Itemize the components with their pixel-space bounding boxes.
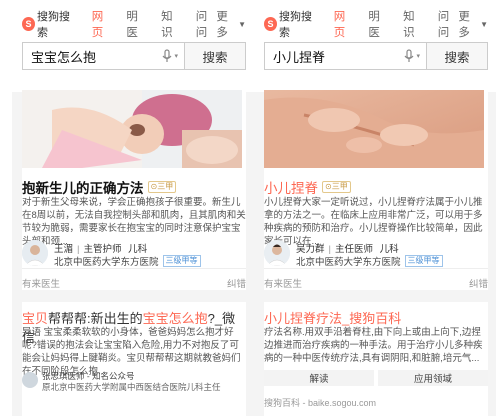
result-photo[interactable] bbox=[264, 90, 488, 168]
top-nav: S 搜狗搜索 网页 明医 知识 问问 更多 ▼ bbox=[264, 11, 488, 46]
doctor-avatar bbox=[22, 240, 48, 266]
divider bbox=[264, 268, 488, 269]
tab-mingyi[interactable]: 明医 bbox=[368, 8, 389, 40]
result-photo[interactable] bbox=[22, 90, 246, 168]
search-input[interactable]: 宝宝怎么抱 ▾ bbox=[22, 42, 184, 70]
verified-badge: ⊙三甲 bbox=[147, 181, 177, 193]
more-label: 更多 bbox=[458, 11, 470, 39]
voice-dropdown-icon[interactable]: ▾ bbox=[174, 52, 178, 60]
hospital-level-tag: 三级甲等 bbox=[162, 255, 201, 267]
search-query: 小儿捏脊 bbox=[273, 49, 326, 65]
report-error-link[interactable]: 纠错 bbox=[469, 276, 488, 290]
search-bar: 小儿捏脊 ▾ 搜索 bbox=[264, 42, 488, 70]
more-menu[interactable]: 更多 ▼ bbox=[216, 8, 246, 40]
header: S 搜狗搜索 网页 明医 知识 问问 更多 ▼ 小儿捏脊 ▾ 搜索 bbox=[254, 0, 496, 92]
right-phone-screen: S 搜狗搜索 网页 明医 知识 问问 更多 ▼ 小儿捏脊 ▾ 搜索 小儿捏脊 ⊙… bbox=[254, 0, 496, 416]
result-card[interactable]: 小儿捏脊 ⊙三甲 小儿捏脊大家一定听说过，小儿捏脊疗法属于小儿推拿的方法之一。在… bbox=[264, 90, 488, 290]
verified-badge: ⊙三甲 bbox=[322, 181, 351, 193]
result-card-2[interactable]: 宝贝帮帮帮:新出生的宝宝怎么抱?_微信 导语 宝宝柔柔软软的小身体，爸爸妈妈怎么… bbox=[22, 302, 246, 416]
search-button[interactable]: 搜索 bbox=[184, 42, 246, 70]
result-footer: 有来医生 纠错 bbox=[22, 276, 246, 290]
search-query: 宝宝怎么抱 bbox=[31, 49, 97, 65]
hospital-level-tag: 三级甲等 bbox=[404, 255, 443, 267]
result2-buttons: 解读 应用领域 bbox=[264, 370, 488, 386]
author-avatar bbox=[22, 372, 38, 388]
chevron-down-icon: ▼ bbox=[480, 19, 488, 29]
doctor-hospital: 北京中医药大学东方医院 bbox=[54, 257, 159, 268]
result-title-text: 抱新生儿的正确方法 bbox=[22, 181, 144, 196]
search-input[interactable]: 小儿捏脊 ▾ bbox=[264, 42, 426, 70]
result-footer: 有来医生 纠错 bbox=[264, 276, 488, 290]
tab-mingyi[interactable]: 明医 bbox=[126, 8, 147, 40]
doctor-hospital: 北京中医药大学东方医院 bbox=[296, 257, 401, 268]
result-title-text: 小儿捏脊 bbox=[264, 181, 318, 196]
sogou-logo-icon: S bbox=[264, 17, 277, 31]
doctor-hospital-line: 北京中医药大学东方医院 三级甲等 bbox=[54, 254, 201, 268]
source-label[interactable]: 有来医生 bbox=[22, 279, 60, 290]
application-field-button[interactable]: 应用领域 bbox=[378, 370, 488, 386]
more-menu[interactable]: 更多 ▼ bbox=[458, 8, 488, 40]
report-error-link[interactable]: 纠错 bbox=[227, 276, 246, 290]
jiedu-button[interactable]: 解读 bbox=[264, 370, 374, 386]
doctor-info[interactable]: 吴力群 | 主任医师 儿科 北京中医药大学东方医院 三级甲等 bbox=[264, 240, 488, 270]
microphone-icon[interactable] bbox=[160, 48, 174, 64]
result2-summary: 疗法名称.用双手沿着脊柱,由下向上或由上向下,边捏边推进而治疗疾病的一种手法。用… bbox=[264, 327, 483, 364]
sogou-logo[interactable]: S 搜狗搜索 bbox=[264, 8, 320, 40]
doctor-name-line: 吴力群 | 主任医师 儿科 bbox=[296, 241, 399, 255]
left-phone-screen: S 搜狗搜索 网页 明医 知识 问问 更多 ▼ 宝宝怎么抱 ▾ 搜索 抱新生儿的… bbox=[12, 0, 254, 416]
doctor-avatar bbox=[264, 240, 290, 266]
title-highlight-query: 宝宝怎么抱 bbox=[142, 311, 208, 326]
result2-title[interactable]: 小儿捏脊疗法_搜狗百科 bbox=[264, 308, 401, 327]
tab-web[interactable]: 网页 bbox=[331, 8, 357, 46]
sogou-logo-icon: S bbox=[22, 17, 35, 31]
doctor-info[interactable]: 王湄 | 主管护师 儿科 北京中医药大学东方医院 三级甲等 bbox=[22, 240, 246, 270]
doctor-hospital-line: 北京中医药大学东方医院 三级甲等 bbox=[296, 254, 443, 268]
tab-zhishi[interactable]: 知识 bbox=[161, 8, 182, 40]
result2-source[interactable]: 搜狗百科 - baike.sogou.com bbox=[264, 396, 376, 409]
search-bar: 宝宝怎么抱 ▾ 搜索 bbox=[22, 42, 246, 70]
sogou-logo[interactable]: S 搜狗搜索 bbox=[22, 8, 78, 40]
tab-wenwen[interactable]: 问问 bbox=[196, 8, 217, 40]
badge-text: 三甲 bbox=[331, 182, 348, 191]
result-card-2[interactable]: 小儿捏脊疗法_搜狗百科 疗法名称.用双手沿着脊柱,由下向上或由上向下,边捏边推进… bbox=[264, 302, 488, 416]
search-button[interactable]: 搜索 bbox=[426, 42, 488, 70]
result-title[interactable]: 小儿捏脊 ⊙三甲 bbox=[264, 177, 351, 197]
badge-icon: ⊙ bbox=[325, 182, 332, 191]
badge-text: 三甲 bbox=[157, 182, 174, 191]
tab-zhishi[interactable]: 知识 bbox=[403, 8, 424, 40]
source-label[interactable]: 有来医生 bbox=[264, 279, 302, 290]
result-title[interactable]: 抱新生儿的正确方法 ⊙三甲 bbox=[22, 177, 177, 197]
title-text: 帮帮帮:新出生的 bbox=[48, 311, 143, 326]
voice-dropdown-icon[interactable]: ▾ bbox=[416, 52, 420, 60]
chevron-down-icon: ▼ bbox=[238, 19, 246, 29]
tab-wenwen[interactable]: 问问 bbox=[438, 8, 459, 40]
title-highlight: 宝贝 bbox=[22, 311, 49, 326]
header: S 搜狗搜索 网页 明医 知识 问问 更多 ▼ 宝宝怎么抱 ▾ 搜索 bbox=[12, 0, 254, 92]
top-nav: S 搜狗搜索 网页 明医 知识 问问 更多 ▼ bbox=[22, 11, 246, 46]
more-label: 更多 bbox=[216, 11, 228, 39]
doctor-name-line: 王湄 | 主管护师 儿科 bbox=[54, 241, 147, 255]
microphone-icon[interactable] bbox=[402, 48, 416, 64]
result-card[interactable]: 抱新生儿的正确方法 ⊙三甲 对于新生父母来说，学会正确抱孩子很重要。新生儿在8周… bbox=[22, 90, 246, 290]
divider bbox=[22, 268, 246, 269]
logo-text: 搜狗搜索 bbox=[36, 11, 70, 39]
author-hospital: 原北京中医药大学附属中西医结合医院儿科主任 bbox=[42, 382, 221, 392]
tab-web[interactable]: 网页 bbox=[89, 8, 115, 46]
logo-text: 搜狗搜索 bbox=[278, 11, 312, 39]
